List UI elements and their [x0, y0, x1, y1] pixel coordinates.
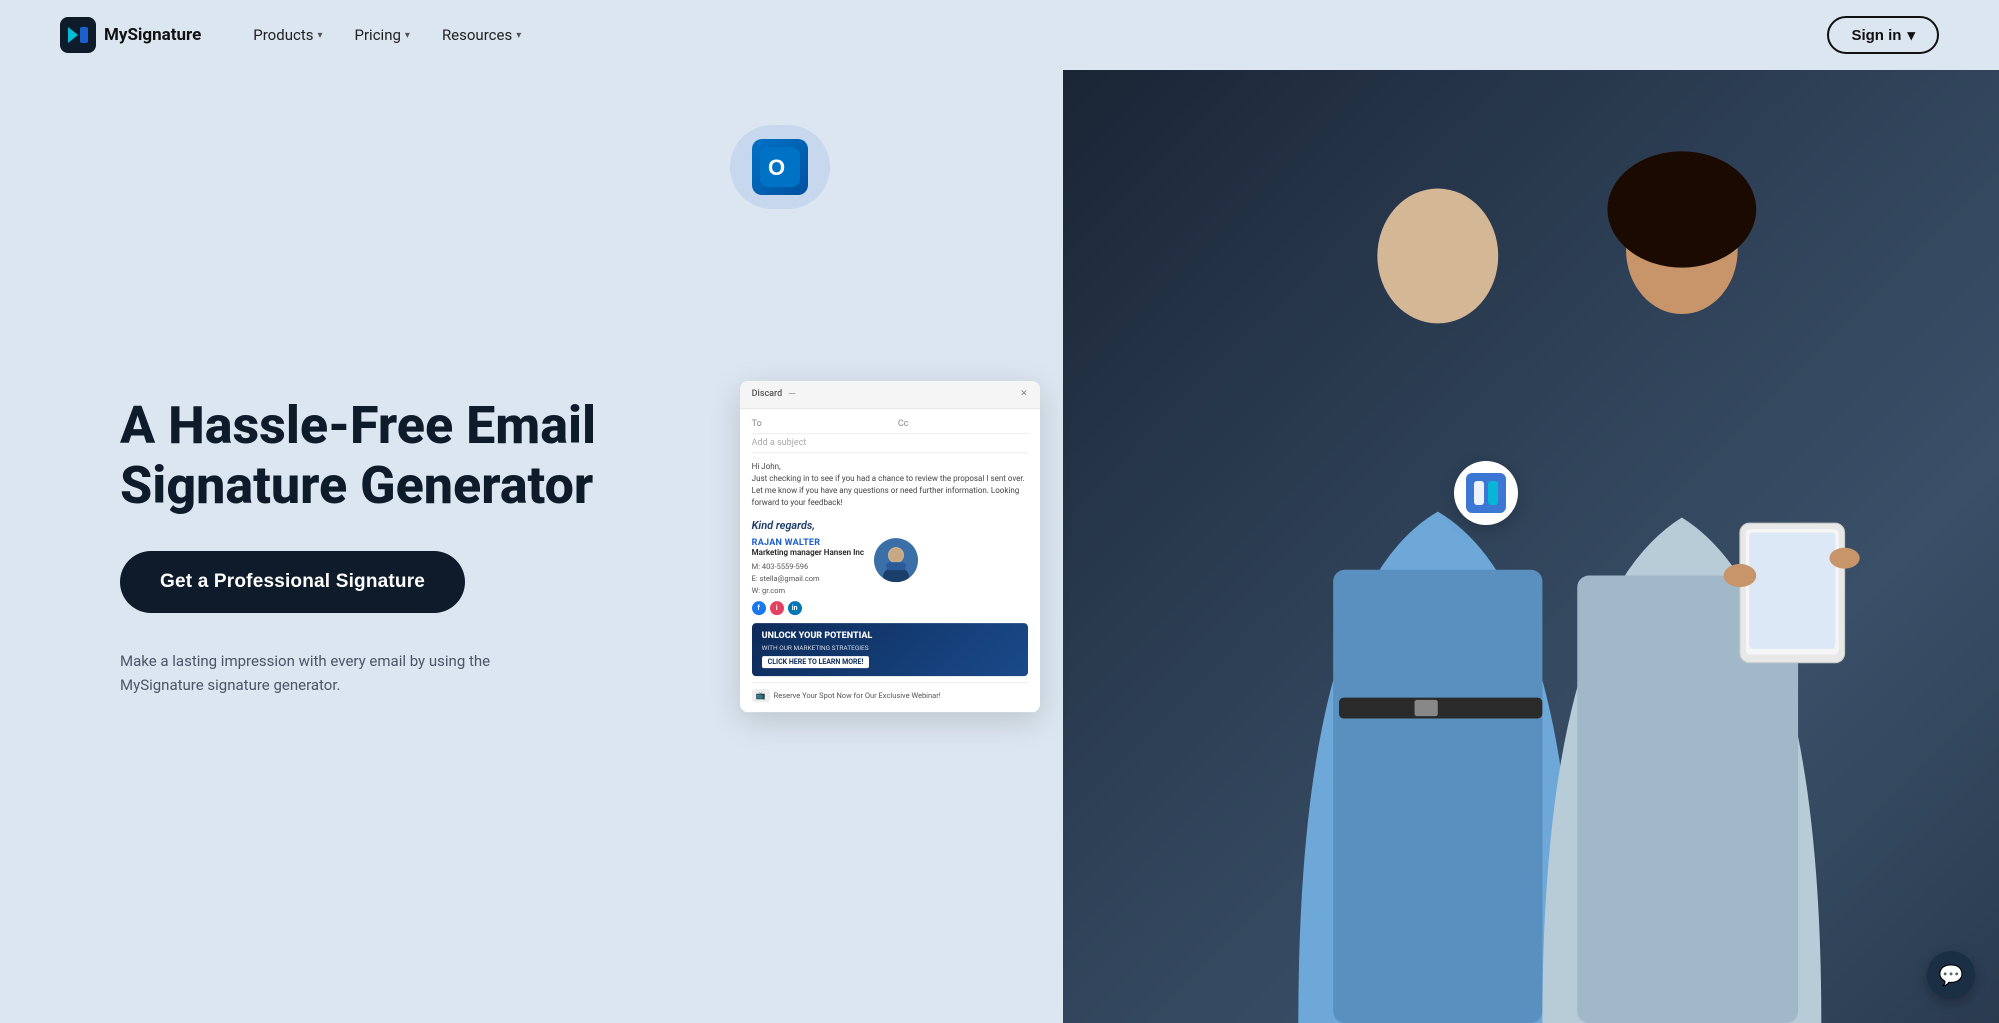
hero-subtitle: Make a lasting impression with every ema… [120, 649, 560, 697]
chat-icon: 💬 [1939, 963, 1964, 987]
mysig-floating-icon [1454, 461, 1518, 525]
email-body-text: Hi John, Just checking in to see if you … [752, 461, 1028, 509]
chevron-down-icon: ▾ [317, 30, 322, 41]
webinar-text: Reserve Your Spot Now for Our Exclusive … [774, 691, 941, 700]
email-subject: Add a subject [752, 438, 1028, 453]
nav-links: Products ▾ Pricing ▾ Resources ▾ [241, 18, 533, 52]
brand-name: MySignature [104, 25, 201, 45]
sig-title: Marketing manager Hansen Inc [752, 548, 864, 557]
logo[interactable]: MySignature [60, 17, 201, 53]
hero-section: A Hassle-Free Email Signature Generator … [0, 70, 1999, 1023]
banner-ad: UNLOCK YOUR POTENTIAL WITH OUR MARKETING… [752, 623, 1028, 677]
instagram-icon: i [770, 601, 784, 615]
signin-button[interactable]: Sign in ▾ [1827, 16, 1939, 54]
email-header: Discard — ✕ [740, 381, 1040, 409]
webinar-row: 📺 Reserve Your Spot Now for Our Exclusiv… [752, 682, 1028, 702]
social-icons: f i in [752, 601, 864, 615]
chevron-down-icon: ▾ [1907, 26, 1915, 44]
hero-text-block: A Hassle-Free Email Signature Generator … [120, 396, 640, 698]
linkedin-icon: in [788, 601, 802, 615]
hero-visual: O Discard — ✕ To [700, 70, 1999, 1023]
email-to: To Cc [752, 419, 1028, 434]
mysig-logo-icon [1466, 473, 1506, 513]
chevron-down-icon: ▾ [405, 30, 410, 41]
email-regards: Kind regards, [752, 519, 1028, 532]
navbar: MySignature Products ▾ Pricing ▾ Resourc… [0, 0, 1999, 70]
logo-icon [60, 17, 96, 53]
people-illustration [1063, 70, 1999, 1023]
discard-label: Discard [752, 389, 783, 399]
banner-title: UNLOCK YOUR POTENTIAL [762, 631, 1018, 643]
cta-button[interactable]: Get a Professional Signature [120, 551, 465, 613]
chevron-down-icon: ▾ [516, 30, 521, 41]
nav-products[interactable]: Products ▾ [241, 18, 334, 52]
sig-avatar [874, 538, 918, 582]
email-preview-card: Discard — ✕ To Cc Add a subject Hi [740, 381, 1040, 713]
banner-cta: CLICK HERE TO LEARN MORE! [762, 656, 870, 668]
nav-resources[interactable]: Resources ▾ [430, 18, 533, 52]
banner-subtitle: WITH OUR MARKETING STRATEGIES [762, 644, 1018, 652]
sig-name: RAJAN WALTER [752, 538, 864, 548]
nav-pricing[interactable]: Pricing ▾ [343, 18, 422, 52]
signature-block: RAJAN WALTER Marketing manager Hansen In… [752, 538, 1028, 615]
email-body: To Cc Add a subject Hi John, Just checki… [740, 409, 1040, 713]
people-background [1063, 70, 1999, 1023]
facebook-icon: f [752, 601, 766, 615]
outlook-bubble: O [730, 125, 830, 209]
chat-widget[interactable]: 💬 [1927, 951, 1975, 999]
svg-text:O: O [768, 155, 785, 180]
sig-details: M: 403-5559-596 E: stella@gmail.com W: g… [752, 561, 864, 597]
outlook-icon: O [752, 139, 808, 195]
hero-title: A Hassle-Free Email Signature Generator [120, 396, 640, 516]
